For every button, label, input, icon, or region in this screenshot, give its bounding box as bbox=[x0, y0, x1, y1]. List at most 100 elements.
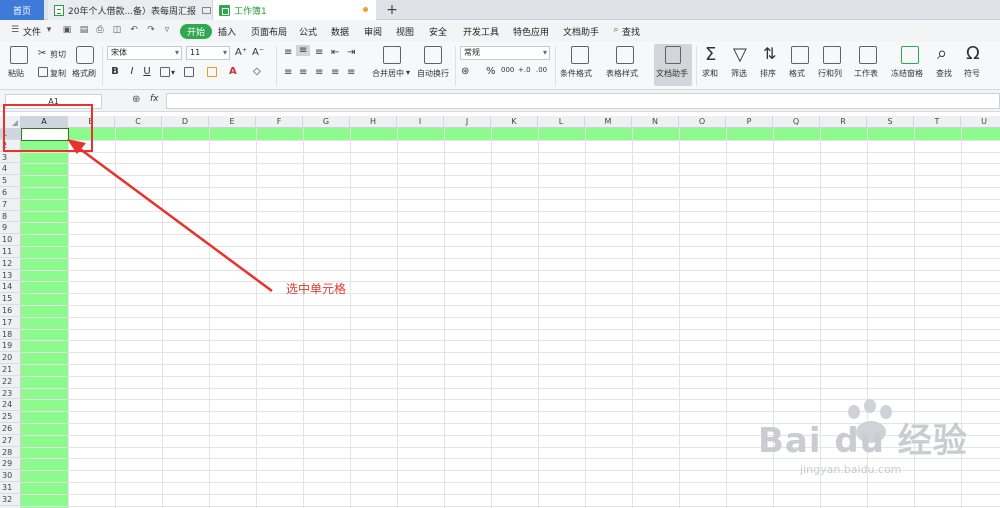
align-top-icon[interactable]: ≡ bbox=[284, 47, 292, 58]
menu-developer[interactable]: 开发工具 bbox=[463, 25, 499, 38]
wrap-text-icon[interactable] bbox=[424, 46, 442, 64]
row-header-13[interactable]: 13 bbox=[0, 270, 21, 282]
print-icon[interactable]: ⎙ bbox=[95, 25, 105, 35]
row-header-9[interactable]: 9 bbox=[0, 222, 21, 235]
row-header-26[interactable]: 26 bbox=[0, 423, 21, 435]
formula-input[interactable] bbox=[166, 93, 1000, 109]
symbol-label[interactable]: 符号 bbox=[964, 68, 980, 79]
row-header-17[interactable]: 17 bbox=[0, 317, 21, 329]
copy-icon[interactable] bbox=[38, 67, 48, 77]
copy-label[interactable]: 复制 bbox=[50, 68, 66, 79]
row-header-16[interactable]: 16 bbox=[0, 305, 21, 317]
hamburger-icon[interactable]: ☰ bbox=[10, 25, 20, 35]
increase-decimal-button[interactable]: +.0 bbox=[518, 66, 531, 74]
column-header-e[interactable]: E bbox=[209, 116, 256, 128]
font-size-select[interactable]: 11 bbox=[186, 46, 230, 60]
scissors-icon[interactable]: ✂ bbox=[38, 48, 46, 59]
format-icon[interactable] bbox=[791, 46, 809, 64]
freeze-panes-label[interactable]: 冻结窗格 bbox=[891, 68, 923, 79]
menu-home[interactable]: 开始 bbox=[180, 24, 213, 39]
format-label[interactable]: 格式 bbox=[789, 68, 805, 79]
worksheet-label[interactable]: 工作表 bbox=[854, 68, 878, 79]
align-bottom-icon[interactable]: ≡ bbox=[315, 47, 323, 58]
column-header-j[interactable]: J bbox=[444, 116, 491, 128]
menu-insert[interactable]: 插入 bbox=[218, 25, 236, 38]
row-header-24[interactable]: 24 bbox=[0, 399, 21, 412]
align-center-icon[interactable]: ≡ bbox=[299, 67, 307, 78]
indent-increase-icon[interactable]: ⇥ bbox=[347, 47, 355, 58]
paste-label[interactable]: 粘贴 bbox=[8, 68, 24, 79]
tab-home[interactable]: 首页 bbox=[0, 0, 44, 20]
find-label[interactable]: 查找 bbox=[936, 68, 952, 79]
column-header-p[interactable]: P bbox=[726, 116, 773, 128]
menu-doc-helper[interactable]: 文档助手 bbox=[563, 25, 599, 38]
align-middle-icon[interactable]: ≡ bbox=[296, 45, 311, 56]
menu-special[interactable]: 特色应用 bbox=[513, 25, 549, 38]
sort-label[interactable]: 排序 bbox=[760, 68, 776, 79]
row-header-30[interactable]: 30 bbox=[0, 470, 21, 482]
font-name-select[interactable]: 宋体 bbox=[107, 46, 182, 60]
conditional-format-label[interactable]: 条件格式 bbox=[560, 68, 592, 79]
column-header-g[interactable]: G bbox=[303, 116, 350, 128]
fx-button[interactable]: fx bbox=[150, 94, 159, 104]
sort-icon[interactable]: ⇅ bbox=[763, 44, 776, 63]
distribute-icon[interactable]: ≡ bbox=[347, 67, 355, 78]
row-header-18[interactable]: 18 bbox=[0, 329, 21, 341]
indent-decrease-icon[interactable]: ⇤ bbox=[331, 47, 339, 58]
column-header-n[interactable]: N bbox=[632, 116, 679, 128]
row-header-8[interactable]: 8 bbox=[0, 211, 21, 223]
menu-formulas[interactable]: 公式 bbox=[299, 25, 317, 38]
cell-style-icon[interactable] bbox=[184, 67, 194, 77]
column-header-o[interactable]: O bbox=[679, 116, 726, 128]
currency-icon[interactable]: ⊛ bbox=[461, 66, 469, 77]
menu-data[interactable]: 数据 bbox=[331, 25, 349, 38]
find-icon[interactable]: ⌕ bbox=[937, 43, 947, 64]
row-header-29[interactable]: 29 bbox=[0, 458, 21, 471]
cut-label[interactable]: 剪切 bbox=[50, 49, 66, 60]
font-color-icon[interactable]: A bbox=[229, 66, 237, 77]
sum-icon[interactable]: Σ bbox=[705, 44, 716, 65]
tab-workbook[interactable]: 工作簿1 bbox=[213, 0, 376, 20]
column-header-r[interactable]: R bbox=[820, 116, 867, 128]
row-header-32[interactable]: 32 bbox=[0, 494, 21, 506]
underline-button[interactable]: U bbox=[141, 66, 153, 77]
row-header-4[interactable]: 4 bbox=[0, 163, 21, 176]
redo-icon[interactable]: ↷ bbox=[146, 25, 156, 35]
tab-document[interactable]: 20年个人借款...备）表每周汇报 bbox=[48, 0, 213, 20]
row-header-10[interactable]: 10 bbox=[0, 234, 21, 246]
save-icon[interactable]: ▣ bbox=[62, 25, 72, 35]
chevron-down-icon[interactable]: ▾ bbox=[406, 68, 410, 77]
menu-view[interactable]: 视图 bbox=[396, 25, 414, 38]
row-header-15[interactable]: 15 bbox=[0, 293, 21, 305]
chevron-down-icon[interactable]: ▾ bbox=[171, 68, 175, 77]
wrap-text-label[interactable]: 自动换行 bbox=[417, 68, 449, 79]
row-header-12[interactable]: 12 bbox=[0, 258, 21, 270]
column-header-l[interactable]: L bbox=[538, 116, 585, 128]
column-header-c[interactable]: C bbox=[115, 116, 162, 128]
customize-icon[interactable]: ▿ bbox=[162, 25, 172, 35]
thousands-button[interactable]: 000 bbox=[501, 66, 514, 74]
italic-button[interactable]: I bbox=[126, 66, 138, 77]
column-header-k[interactable]: K bbox=[491, 116, 538, 128]
row-header-14[interactable]: 14 bbox=[0, 281, 21, 294]
column-header-h[interactable]: H bbox=[350, 116, 397, 128]
worksheet-icon[interactable] bbox=[859, 46, 877, 64]
column-header-m[interactable]: M bbox=[585, 116, 632, 128]
menu-review[interactable]: 审阅 bbox=[364, 25, 382, 38]
print-preview-icon[interactable]: ◫ bbox=[112, 25, 122, 35]
column-header-u[interactable]: U bbox=[961, 116, 1000, 128]
column-header-t[interactable]: T bbox=[914, 116, 961, 128]
menu-security[interactable]: 安全 bbox=[429, 25, 447, 38]
chevron-down-icon[interactable]: ▾ bbox=[44, 25, 54, 35]
column-header-q[interactable]: Q bbox=[773, 116, 820, 128]
table-style-icon[interactable] bbox=[616, 46, 634, 64]
column-header-f[interactable]: F bbox=[256, 116, 303, 128]
row-header-25[interactable]: 25 bbox=[0, 411, 21, 423]
new-tab-button[interactable]: + bbox=[382, 0, 402, 20]
merge-center-icon[interactable] bbox=[383, 46, 401, 64]
column-header-i[interactable]: I bbox=[397, 116, 444, 128]
decrease-decimal-button[interactable]: .00 bbox=[536, 66, 547, 74]
undo-icon[interactable]: ↶ bbox=[129, 25, 139, 35]
row-header-6[interactable]: 6 bbox=[0, 187, 21, 199]
paste-icon[interactable] bbox=[10, 46, 28, 64]
